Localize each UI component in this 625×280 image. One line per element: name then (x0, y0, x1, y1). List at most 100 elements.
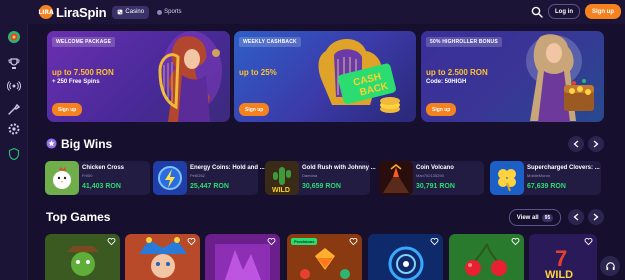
wild-label: WILD (272, 187, 290, 194)
view-all-count: 95 (541, 213, 554, 222)
big-wins-next-button[interactable] (588, 136, 604, 152)
view-all-label: View all (516, 214, 539, 221)
banner-headline: up to 7.500 RON (52, 68, 114, 77)
win-username: Man702135290 (416, 173, 444, 178)
win-amount: 41,403 RON (82, 183, 121, 190)
search-icon[interactable] (531, 6, 543, 18)
chevron-left-icon (573, 213, 579, 221)
win-game-name: Energy Coins: Hold and ... (190, 165, 265, 171)
win-username: Pet0262 (190, 173, 205, 178)
shield-icon[interactable] (7, 147, 21, 161)
tab-sports-label: Sports (164, 9, 182, 15)
banner-subline: Code: 50HIGH (426, 79, 467, 85)
live-broadcast-icon[interactable] (7, 79, 21, 93)
goddess-harp-illustration (158, 31, 222, 122)
win-amount: 25,447 RON (190, 183, 229, 190)
win-username: MobileMoron (527, 173, 551, 178)
win-game-name: Supercharged Clovers: ... (527, 165, 600, 171)
top-games-next-button[interactable] (588, 209, 604, 225)
volcano-icon (383, 164, 409, 193)
game-thumbnail (379, 161, 413, 195)
logo-badge: LIRA (38, 5, 54, 19)
promo-banner-highroller[interactable]: 50% HIGHROLLER BONUS up to 2.500 RON Cod… (421, 31, 604, 122)
big-wins-title: Big Wins (61, 137, 113, 151)
banner-tag: WEEKLY CASHBACK (239, 37, 301, 47)
game-tile[interactable] (449, 234, 524, 280)
wild-label: WILD (545, 269, 573, 280)
energy-coin-icon (158, 166, 182, 190)
trophy-icon[interactable] (7, 57, 21, 71)
win-game-name: Chicken Cross (82, 165, 125, 171)
queen-treasure-illustration (526, 34, 594, 122)
support-chat-button[interactable] (600, 256, 620, 276)
promo-banner-cashback[interactable]: CASH BACK WEEKLY CASHBACK up to 25% Sign… (234, 31, 416, 122)
favorite-heart-icon[interactable] (267, 237, 276, 246)
favorite-heart-icon[interactable] (349, 237, 358, 246)
banner-headline: up to 2.500 RON (426, 68, 488, 77)
win-game-name: Gold Rush with Johnny ... (302, 165, 376, 171)
big-win-card[interactable]: Energy Coins: Hold and ... Pet0262 25,44… (153, 161, 265, 195)
big-win-card[interactable]: WILD Gold Rush with Johnny ... Damona 30… (265, 161, 376, 195)
tools-icon[interactable] (7, 102, 21, 116)
favorite-heart-icon[interactable] (584, 237, 593, 246)
win-amount: 30,659 RON (302, 183, 341, 190)
big-win-card[interactable]: Supercharged Clovers: ... MobileMoron 67… (490, 161, 601, 195)
big-win-card[interactable]: Coin Volcano Man702135290 30,791 RON (379, 161, 484, 195)
signup-button[interactable]: Sign up (585, 4, 621, 19)
game-tile[interactable]: 7 WILD (529, 234, 597, 280)
win-username: Damona (302, 173, 318, 178)
banner-subline: + 250 Free Spins (52, 79, 100, 85)
chevron-left-icon (573, 140, 579, 148)
cashback-harp-illustration: CASH BACK (318, 39, 400, 113)
banner-tag: WELCOME PACKAGE (52, 37, 116, 47)
wild-cactus-icon: WILD (272, 167, 291, 194)
banner-signup-button[interactable]: Sign up (426, 103, 457, 116)
product-switcher: Casino Sports (112, 5, 186, 19)
logo[interactable]: LIRA LiraSpin (38, 5, 106, 20)
svg-text:7: 7 (555, 246, 567, 271)
big-win-card[interactable]: Chicken Cross Fr000 41,403 RON (45, 161, 150, 195)
game-tile[interactable] (205, 234, 280, 280)
game-thumbnail (490, 161, 524, 195)
settings-gear-icon[interactable] (7, 122, 21, 136)
favorite-heart-icon[interactable] (430, 237, 439, 246)
casino-icon (118, 9, 123, 15)
favorite-heart-icon[interactable] (107, 237, 116, 246)
game-tile[interactable] (45, 234, 120, 280)
banner-signup-button[interactable]: Sign up (239, 103, 270, 116)
win-game-name: Coin Volcano (416, 165, 454, 171)
casino-wheel-icon[interactable] (7, 30, 21, 44)
game-thumbnail: WILD (265, 161, 299, 195)
game-thumbnail (153, 161, 187, 195)
banner-headline: up to 25% (239, 68, 277, 77)
favorite-heart-icon[interactable] (511, 237, 520, 246)
top-header: LIRA LiraSpin Casino Sports Log in Sign … (0, 0, 625, 24)
tab-casino[interactable]: Casino (112, 5, 150, 19)
big-wins-prev-button[interactable] (568, 136, 584, 152)
game-tile[interactable]: Provisions (287, 234, 362, 280)
tab-casino-label: Casino (125, 9, 145, 15)
header-actions: Log in Sign up (531, 4, 621, 19)
game-tile[interactable] (125, 234, 200, 280)
chevron-right-icon (593, 213, 599, 221)
top-games-prev-button[interactable] (568, 209, 584, 225)
clover-icon (498, 169, 516, 192)
game-tile[interactable] (368, 234, 443, 280)
sidebar (0, 24, 28, 280)
win-username: Fr000 (82, 173, 93, 178)
chevron-right-icon (593, 140, 599, 148)
favorite-heart-icon[interactable] (187, 237, 196, 246)
star-badge-icon (46, 138, 57, 149)
top-games-title: Top Games (46, 210, 111, 224)
view-all-button[interactable]: View all 95 (509, 209, 561, 226)
win-amount: 30,791 RON (416, 183, 455, 190)
tab-sports[interactable]: Sports (152, 6, 186, 19)
win-amount: 67,639 RON (527, 183, 566, 190)
promo-banner-welcome[interactable]: WELCOME PACKAGE up to 7.500 RON + 250 Fr… (47, 31, 230, 122)
login-button[interactable]: Log in (548, 4, 580, 19)
banner-tag: 50% HIGHROLLER BONUS (426, 37, 502, 47)
banner-signup-button[interactable]: Sign up (52, 103, 83, 116)
provider-badge: Provisions (291, 238, 318, 245)
chicken-icon (53, 167, 71, 189)
sports-ball-icon (157, 9, 163, 15)
